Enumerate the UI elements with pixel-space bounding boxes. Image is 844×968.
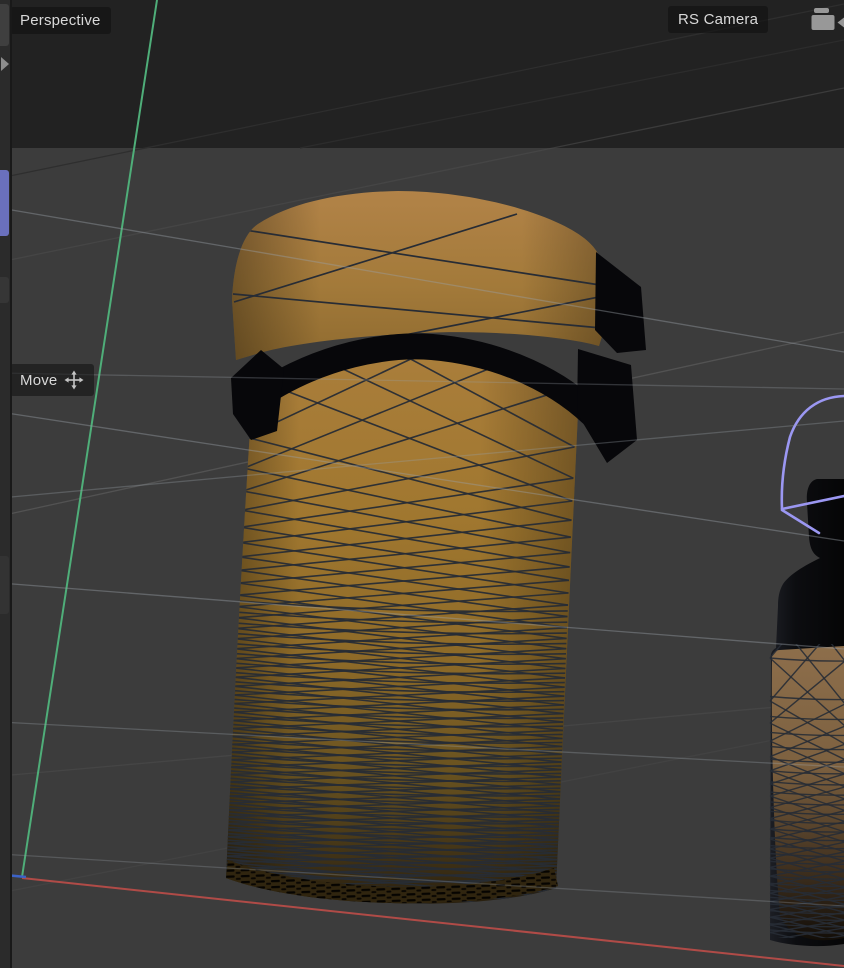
camera-menu-label[interactable]: RS Camera [668,6,768,33]
toolbar-button-partial[interactable] [0,556,9,614]
movie-camera-icon [811,6,844,34]
toolbar-button-partial[interactable] [0,277,9,303]
left-toolbar-strip [0,0,10,968]
toolbar-button-partial[interactable] [0,4,9,46]
projection-label-text: Perspective [20,13,101,28]
toolbar-expand-arrow-icon[interactable] [1,57,9,71]
projection-menu-label[interactable]: Perspective [10,7,111,34]
viewport-canvas[interactable] [0,0,844,968]
camera-icon-button[interactable] [811,6,844,34]
toolbar-active-tool-highlight[interactable] [0,170,9,236]
move-cross-icon [64,370,84,390]
camera-label-text: RS Camera [678,12,758,27]
move-tool-indicator[interactable]: Move [10,364,94,396]
move-label-text: Move [20,373,57,388]
viewport-3d[interactable]: Perspective RS Camera Move [0,0,844,968]
